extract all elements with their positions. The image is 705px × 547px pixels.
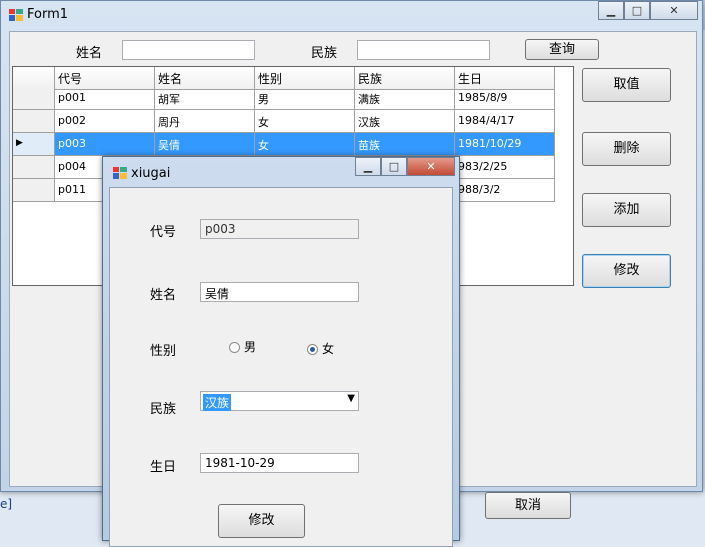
query-button[interactable]: 查询 (525, 39, 599, 60)
code-field: p003 (200, 219, 359, 239)
window-title: Form1 (27, 7, 69, 22)
name-field[interactable]: 吴倩 (200, 282, 359, 302)
cell-code[interactable]: p003 (55, 133, 155, 156)
search-name-label: 姓名 (76, 46, 103, 61)
dialog-modify-button[interactable]: 修改 (218, 504, 305, 538)
cell-nation[interactable]: 满族 (355, 87, 455, 110)
cell-birthday[interactable]: 1981/10/29 (455, 133, 555, 156)
dialog-client-area: 代号 p003 姓名 吴倩 性别 男 女 民族 汉族 ▼ 生日 1981-10-… (109, 187, 453, 547)
cell-gender[interactable]: 女 (255, 110, 355, 133)
cell-name[interactable]: 周丹 (155, 110, 255, 133)
gender-male-label: 男 (244, 340, 257, 354)
table-row-selected[interactable]: ▶ p003 吴倩 女 苗族 1981/10/29 (13, 133, 555, 156)
gender-female-label: 女 (322, 342, 335, 356)
maximize-button[interactable]: □ (624, 1, 650, 20)
dialog-minimize-button[interactable]: ▁ (355, 157, 381, 176)
cell-birthday[interactable]: 988/3/2 (455, 179, 555, 202)
app-icon (9, 9, 23, 21)
modify-button[interactable]: 修改 (582, 254, 671, 288)
code-label: 代号 (150, 225, 177, 240)
minimize-button[interactable]: ▁ (598, 1, 624, 20)
nation-label: 民族 (150, 402, 177, 417)
radio-checked-icon (307, 344, 318, 355)
cell-birthday[interactable]: 983/2/25 (455, 156, 555, 179)
dialog-app-icon (113, 167, 127, 179)
close-button[interactable]: ✕ (650, 1, 698, 20)
cell-nation[interactable]: 苗族 (355, 133, 455, 156)
get-value-button[interactable]: 取值 (582, 68, 671, 102)
selected-row-arrow-icon[interactable]: ▶ (13, 133, 55, 156)
dialog-maximize-button[interactable]: □ (381, 157, 407, 176)
row-header[interactable] (13, 179, 55, 202)
table-row[interactable]: p002 周丹 女 汉族 1984/4/17 (13, 110, 555, 133)
birthday-label: 生日 (150, 460, 177, 475)
cell-code[interactable]: p002 (55, 110, 155, 133)
name-label: 姓名 (150, 288, 177, 303)
search-nation-input[interactable] (357, 40, 490, 60)
dialog-title: xiugai (131, 166, 171, 181)
birthday-field[interactable]: 1981-10-29 (200, 453, 359, 473)
gender-radio-male[interactable]: 男 (229, 338, 256, 355)
cell-gender[interactable]: 女 (255, 133, 355, 156)
nation-combobox[interactable]: 汉族 ▼ (200, 391, 359, 411)
row-header[interactable] (13, 87, 55, 110)
cell-name[interactable]: 吴倩 (155, 133, 255, 156)
search-name-input[interactable] (122, 40, 255, 60)
cell-nation[interactable]: 汉族 (355, 110, 455, 133)
add-button[interactable]: 添加 (582, 193, 671, 227)
cell-birthday[interactable]: 1985/8/9 (455, 87, 555, 110)
row-header[interactable] (13, 156, 55, 179)
table-row[interactable]: p001 胡军 男 满族 1985/8/9 (13, 87, 555, 110)
delete-button[interactable]: 删除 (582, 132, 671, 166)
status-text: e] (0, 497, 13, 511)
cancel-button[interactable]: 取消 (485, 492, 571, 519)
dropdown-arrow-icon[interactable]: ▼ (347, 393, 355, 404)
nation-selected-value: 汉族 (203, 394, 232, 411)
cell-name[interactable]: 胡军 (155, 87, 255, 110)
cell-code[interactable]: p001 (55, 87, 155, 110)
cell-gender[interactable]: 男 (255, 87, 355, 110)
row-header[interactable] (13, 110, 55, 133)
gender-radio-female[interactable]: 女 (307, 340, 334, 357)
gender-label: 性别 (150, 344, 177, 359)
radio-unchecked-icon (229, 342, 240, 353)
xiugai-dialog: xiugai ▁ □ ✕ 代号 p003 姓名 吴倩 性别 男 女 民族 汉族 … (102, 156, 460, 547)
cell-birthday[interactable]: 1984/4/17 (455, 110, 555, 133)
dialog-close-button[interactable]: ✕ (407, 157, 455, 176)
search-nation-label: 民族 (311, 46, 338, 61)
